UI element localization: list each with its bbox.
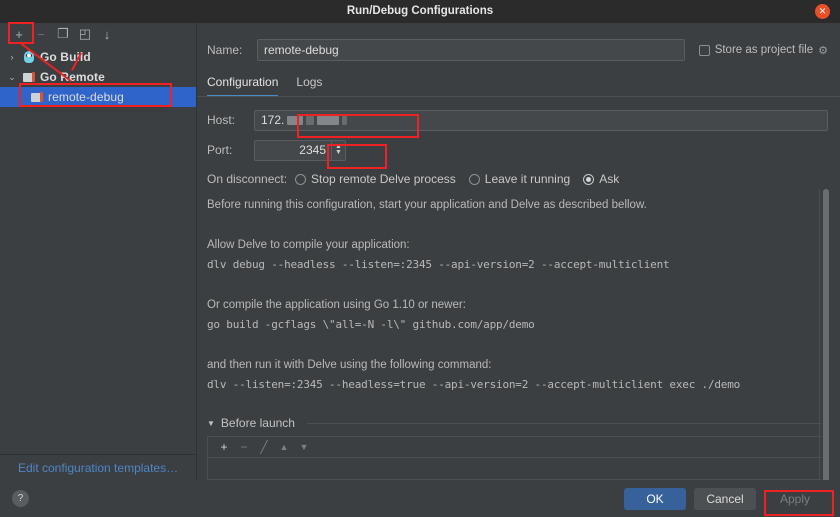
- name-label: Name:: [207, 43, 243, 57]
- on-disconnect-label: On disconnect:: [207, 172, 288, 186]
- move-task-down-button[interactable]: ▼: [294, 442, 314, 452]
- dialog-titlebar: Run/Debug Configurations ✕: [0, 0, 840, 23]
- instructions-divider: [819, 189, 820, 517]
- add-configuration-button[interactable]: +: [8, 24, 30, 44]
- configurations-left-pane: + − ❐ ◰ ↓ › Go Build ⌄ Go Remote remote-…: [0, 23, 197, 480]
- edit-task-button[interactable]: ╱: [254, 440, 274, 454]
- port-stepper[interactable]: ▲ ▼: [332, 139, 346, 161]
- chevron-down-icon[interactable]: ▼: [207, 419, 215, 428]
- go-remote-icon: [30, 90, 44, 104]
- help-icon[interactable]: ?: [12, 490, 29, 507]
- port-field-padding: [254, 139, 286, 161]
- configuration-tabs: Configuration Logs: [197, 75, 840, 97]
- radio-icon[interactable]: [468, 173, 480, 185]
- host-redaction-block: [287, 115, 304, 125]
- before-launch-title: Before launch: [220, 416, 295, 430]
- host-value-prefix: 172.: [261, 112, 285, 127]
- host-input[interactable]: 172.: [254, 109, 828, 131]
- delve-instructions: Before running this configuration, start…: [207, 189, 830, 517]
- radio-stop-remote-delve-process[interactable]: Stop remote Delve process: [295, 172, 456, 186]
- before-launch-toolbar: + − ╱ ▲ ▼: [208, 437, 827, 458]
- tree-node-remote-debug[interactable]: remote-debug: [0, 87, 196, 107]
- host-row: Host: 172.: [207, 109, 828, 131]
- radio-leave-it-running[interactable]: Leave it running: [468, 172, 571, 186]
- configurations-toolbar: + − ❐ ◰ ↓: [0, 23, 196, 45]
- before-launch-task-list: + − ╱ ▲ ▼: [207, 436, 828, 480]
- configurations-tree: › Go Build ⌄ Go Remote remote-debug: [0, 45, 196, 454]
- instructions-compile-label: Or compile the application using Go 1.10…: [207, 299, 466, 311]
- add-folder-button[interactable]: ◰: [74, 24, 96, 44]
- apply-button[interactable]: Apply: [764, 487, 826, 510]
- configuration-content: Host: 172. Port: 2345 ▲ ▼ On disconnect:…: [197, 97, 840, 517]
- radio-icon[interactable]: [295, 173, 307, 185]
- instructions-run-label: and then run it with Delve using the fol…: [207, 359, 492, 371]
- store-as-project-file-label: Store as project file: [714, 44, 814, 56]
- instructions-compile-command: go build -gcflags \"all=-N -l\" github.c…: [207, 318, 535, 331]
- add-task-button[interactable]: +: [214, 440, 234, 454]
- host-redaction-block: [306, 115, 315, 125]
- radio-label: Ask: [599, 172, 620, 186]
- store-as-project-file-group[interactable]: Store as project file ⚙: [698, 44, 828, 57]
- instructions-scrollbar[interactable]: [822, 189, 830, 517]
- cancel-button[interactable]: Cancel: [694, 487, 756, 510]
- tree-node-go-remote[interactable]: ⌄ Go Remote: [0, 67, 196, 87]
- screen-root: al-emulator Run/Debug Configurations ✕ +…: [0, 0, 840, 517]
- copy-configuration-button[interactable]: ❐: [52, 24, 74, 44]
- name-input[interactable]: remote-debug: [257, 39, 685, 61]
- scrollbar-thumb[interactable]: [823, 189, 829, 517]
- dialog-body: + − ❐ ◰ ↓ › Go Build ⌄ Go Remote remote-…: [0, 23, 840, 517]
- tree-node-label: remote-debug: [48, 90, 124, 104]
- before-launch-rule: [306, 422, 828, 424]
- radio-icon-selected[interactable]: [583, 173, 595, 185]
- radio-ask[interactable]: Ask: [583, 172, 619, 186]
- stepper-down-icon[interactable]: ▼: [335, 149, 342, 156]
- before-launch-header[interactable]: ▼ Before launch: [207, 413, 828, 433]
- go-remote-icon: [22, 70, 36, 84]
- instructions-intro: Before running this configuration, start…: [207, 199, 647, 211]
- tab-configuration[interactable]: Configuration: [207, 75, 278, 97]
- host-redaction-block: [342, 115, 348, 125]
- instructions-allow-compile-command: dlv debug --headless --listen=:2345 --ap…: [207, 258, 670, 271]
- gear-icon[interactable]: ⚙: [818, 44, 828, 57]
- run-debug-configurations-dialog: Run/Debug Configurations ✕ + − ❐ ◰ ↓ › G…: [0, 0, 840, 517]
- port-input[interactable]: 2345: [286, 139, 332, 161]
- before-launch-section: ▼ Before launch + − ╱ ▲ ▼: [197, 413, 840, 480]
- configuration-right-pane: Name: remote-debug Store as project file…: [197, 23, 840, 517]
- tab-logs[interactable]: Logs: [296, 75, 322, 97]
- sort-configurations-button[interactable]: ↓: [96, 24, 118, 44]
- ok-button[interactable]: OK: [624, 487, 686, 510]
- radio-label: Leave it running: [484, 172, 571, 186]
- move-task-up-button[interactable]: ▲: [274, 442, 294, 452]
- on-disconnect-row: On disconnect: Stop remote Delve process…: [207, 169, 828, 189]
- collapse-arrow-icon[interactable]: ⌄: [6, 72, 18, 83]
- instructions-allow-compile-label: Allow Delve to compile your application:: [207, 239, 410, 251]
- remove-task-button[interactable]: −: [234, 440, 254, 454]
- host-label: Host:: [207, 113, 236, 127]
- port-field-group: 2345 ▲ ▼: [254, 139, 346, 161]
- dialog-footer: ? OK Cancel Apply: [0, 480, 840, 517]
- tree-node-label: Go Remote: [40, 70, 105, 84]
- expand-arrow-icon[interactable]: ›: [6, 52, 18, 62]
- name-row: Name: remote-debug Store as project file…: [197, 38, 840, 62]
- instructions-run-command: dlv --listen=:2345 --headless=true --api…: [207, 378, 741, 391]
- dialog-buttons: OK Cancel Apply: [624, 487, 826, 510]
- edit-configuration-templates-link[interactable]: Edit configuration templates…: [0, 454, 196, 480]
- store-as-project-file-checkbox[interactable]: [698, 44, 710, 56]
- host-redaction-block: [317, 115, 340, 125]
- port-label: Port:: [207, 143, 233, 157]
- port-row: Port: 2345 ▲ ▼: [207, 139, 828, 161]
- remove-configuration-button[interactable]: −: [30, 24, 52, 44]
- dialog-title: Run/Debug Configurations: [346, 5, 494, 17]
- close-icon[interactable]: ✕: [815, 4, 830, 19]
- radio-label: Stop remote Delve process: [311, 172, 456, 186]
